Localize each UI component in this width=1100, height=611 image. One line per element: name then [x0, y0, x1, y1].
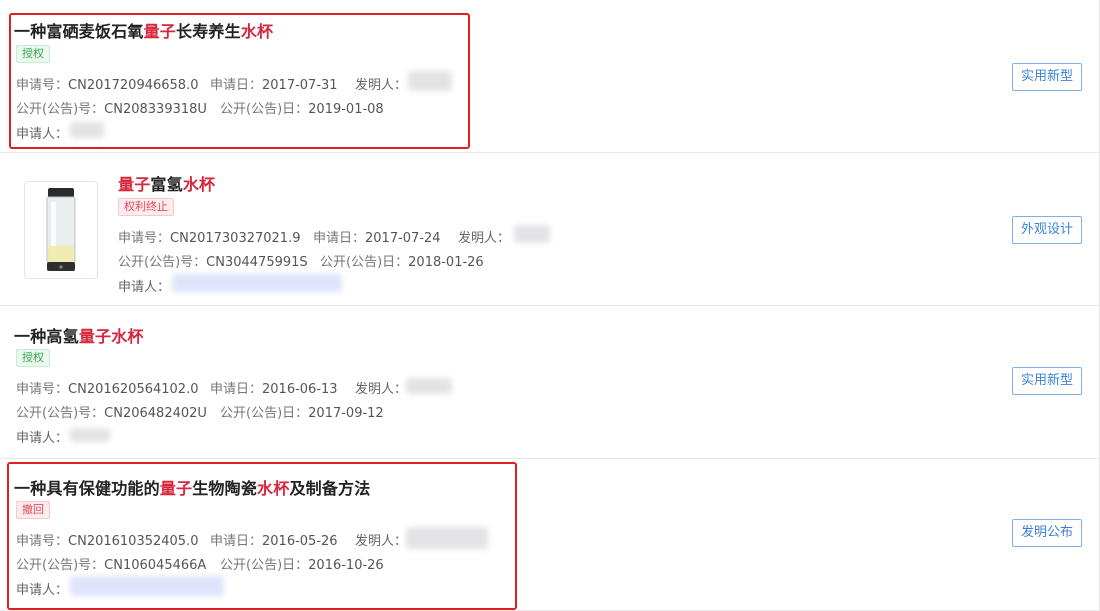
patent-title[interactable]: 量子富氢水杯 — [118, 171, 215, 195]
patent-card[interactable]: 一种具有保健功能的量子生物陶瓷水杯及制备方法 撤回 申请号：CN20161035… — [0, 459, 1100, 611]
patent-card[interactable]: 一种高氢量子水杯 授权 申请号：CN201620564102.0 申请日：201… — [0, 306, 1100, 459]
publication-number: 公开(公告)号：CN208339318U — [16, 102, 207, 117]
publication-date: 公开(公告)日：2018-01-26 — [320, 255, 484, 270]
title-highlight: 水杯 — [182, 175, 216, 194]
publication-date: 公开(公告)日：2019-01-08 — [220, 102, 384, 117]
status-badge: 权利终止 — [118, 198, 174, 216]
title-text: 一种高氢 — [14, 327, 79, 346]
title-highlight: 量子 — [143, 22, 177, 41]
status-badge: 授权 — [16, 45, 50, 63]
publication-date: 公开(公告)日：2017-09-12 — [220, 406, 384, 421]
inventor-redacted — [406, 378, 452, 394]
patent-title[interactable]: 一种具有保健功能的量子生物陶瓷水杯及制备方法 — [14, 475, 370, 499]
title-text: 一种具有保健功能的 — [14, 479, 160, 498]
patent-result-list: 一种富硒麦饭石氧量子长寿养生水杯 授权 申请号：CN201720946658.0… — [0, 0, 1100, 611]
applicant-label: 申请人： — [118, 280, 171, 295]
patent-type-button[interactable]: 实用新型 — [1011, 63, 1082, 91]
inventor-label: 发明人： — [355, 78, 408, 93]
application-number: 申请号：CN201620564102.0 — [16, 382, 199, 397]
publication-number: 公开(公告)号：CN106045466A — [16, 558, 207, 573]
product-thumbnail[interactable] — [24, 181, 98, 279]
publication-number: 公开(公告)号：CN206482402U — [16, 406, 207, 421]
title-highlight: 量子 — [78, 327, 112, 346]
patent-card[interactable]: 量子富氢水杯 权利终止 申请号：CN201730327021.9 申请日：201… — [0, 153, 1100, 306]
status-badge: 授权 — [16, 349, 50, 367]
application-date: 申请日：2016-06-13 — [210, 382, 338, 397]
applicant-redacted — [70, 428, 110, 442]
applicant-redacted — [70, 122, 104, 138]
application-date: 申请日：2017-07-24 — [313, 231, 441, 246]
applicant-label: 申请人： — [16, 431, 69, 446]
title-text: 长寿养生 — [176, 22, 241, 41]
application-date: 申请日：2016-05-26 — [210, 534, 338, 549]
publication-date: 公开(公告)日：2016-10-26 — [220, 558, 384, 573]
inventor-label: 发明人： — [355, 382, 408, 397]
inventor-label: 发明人： — [355, 534, 408, 549]
patent-type-button[interactable]: 外观设计 — [1011, 216, 1082, 244]
title-text: 富氢 — [150, 175, 183, 194]
title-highlight: 量子 — [118, 175, 151, 194]
application-date: 申请日：2017-07-31 — [210, 78, 338, 93]
title-text: 一种富硒麦饭石氧 — [14, 22, 144, 41]
patent-title[interactable]: 一种高氢量子水杯 — [14, 323, 144, 347]
inventor-redacted — [514, 225, 550, 243]
inventor-redacted — [406, 527, 488, 549]
inventor-label: 发明人： — [458, 231, 511, 246]
title-text: 生物陶瓷 — [192, 479, 258, 498]
title-highlight: 量子 — [159, 479, 193, 498]
inventor-redacted — [408, 71, 452, 91]
title-highlight: 水杯 — [111, 327, 144, 346]
patent-type-button[interactable]: 实用新型 — [1011, 367, 1082, 395]
publication-number: 公开(公告)号：CN304475991S — [118, 255, 308, 270]
applicant-label: 申请人： — [16, 583, 69, 598]
patent-type-button[interactable]: 发明公布 — [1011, 519, 1082, 547]
status-badge: 撤回 — [16, 501, 50, 519]
patent-title[interactable]: 一种富硒麦饭石氧量子长寿养生水杯 — [14, 18, 273, 42]
application-number: 申请号：CN201730327021.9 — [118, 231, 301, 246]
water-cup-image — [46, 188, 76, 271]
applicant-redacted — [70, 576, 224, 596]
applicant-label: 申请人： — [16, 127, 69, 142]
applicant-redacted — [172, 274, 342, 292]
title-text: 及制备方法 — [289, 479, 371, 498]
title-highlight: 水杯 — [240, 22, 274, 41]
application-number: 申请号：CN201720946658.0 — [16, 78, 199, 93]
application-number: 申请号：CN201610352405.0 — [16, 534, 199, 549]
title-highlight: 水杯 — [257, 479, 290, 498]
patent-card[interactable]: 一种富硒麦饭石氧量子长寿养生水杯 授权 申请号：CN201720946658.0… — [0, 0, 1100, 153]
